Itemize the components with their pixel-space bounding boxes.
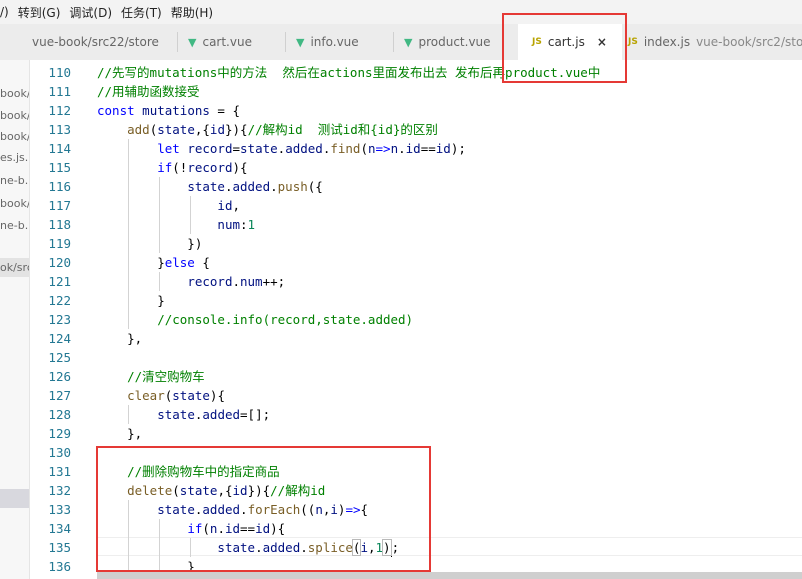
code-line: clear(state){ xyxy=(127,388,225,403)
line-number: 121 xyxy=(48,274,71,289)
line-number: 117 xyxy=(48,198,71,213)
line-number: 126 xyxy=(48,369,71,384)
tab-label: info.vue xyxy=(310,35,359,49)
line-number: 115 xyxy=(48,160,71,175)
code-line: //删除购物车中的指定商品 xyxy=(97,464,280,479)
line-number: 128 xyxy=(48,407,71,422)
tab-label: index.js xyxy=(643,35,691,49)
explorer-item-selected[interactable]: ok/src... xyxy=(0,258,29,277)
line-number: 119 xyxy=(48,236,71,251)
code-line: state.added.splice(i,1); xyxy=(217,539,400,557)
code-line: //先写的mutations中的方法 然后在actions里面发布出去 发布后再… xyxy=(97,65,601,80)
vue-icon: ▼ xyxy=(404,35,413,49)
tab-label: cart.js xyxy=(547,35,585,49)
explorer-highlight xyxy=(0,489,29,508)
text-caret xyxy=(390,540,392,557)
code-line: }else { xyxy=(97,255,210,270)
code-line: }, xyxy=(97,426,143,441)
js-icon: JS xyxy=(532,37,542,47)
explorer-item[interactable]: book/... xyxy=(0,194,29,213)
code-line: let record=state.added.find(n=>n.id==id)… xyxy=(157,141,466,156)
code-line: delete(state,{id}){//解构id xyxy=(127,483,326,498)
line-number: 132 xyxy=(48,483,71,498)
menu-item-view[interactable]: /) xyxy=(0,5,18,19)
line-number: 120 xyxy=(48,255,71,270)
line-number: 118 xyxy=(48,217,71,232)
explorer-item[interactable]: book/s... xyxy=(0,106,29,125)
menu-item-debug[interactable]: 调试(D) xyxy=(69,4,121,21)
code-editor[interactable]: //先写的mutations中的方法 然后在actions里面发布出去 发布后再… xyxy=(97,60,802,579)
line-number: 134 xyxy=(48,521,71,536)
line-number: 125 xyxy=(48,350,71,365)
code-line: const mutations = { xyxy=(97,103,241,118)
code-line: }) xyxy=(97,236,203,251)
line-number: 136 xyxy=(48,559,71,574)
code-line: if(n.id==id){ xyxy=(187,521,286,536)
tab-path: vue-book/src2/store xyxy=(696,35,802,49)
horizontal-scrollbar[interactable] xyxy=(97,572,802,579)
line-number: 124 xyxy=(48,331,71,346)
menu-item-go[interactable]: 转到(G) xyxy=(18,4,70,21)
editor-tab-bar: vue-book/src22/store ▼ cart.vue ▼ info.v… xyxy=(0,24,802,60)
tab-cart-js[interactable]: JS cart.js × xyxy=(518,24,622,60)
explorer-item[interactable]: book/s... xyxy=(0,84,29,103)
code-line: id, xyxy=(217,198,241,213)
code-line: } xyxy=(97,293,165,308)
tab-product-vue[interactable]: ▼ product.vue xyxy=(394,24,518,60)
line-number: 135 xyxy=(48,540,71,555)
line-number: 133 xyxy=(48,502,71,517)
line-number: 123 xyxy=(48,312,71,327)
tab-store-path[interactable]: vue-book/src22/store xyxy=(0,24,178,60)
tab-label: vue-book/src22/store xyxy=(32,35,159,49)
code-line: state.added.push({ xyxy=(187,179,323,194)
line-number: 110 xyxy=(48,65,71,80)
js-icon: JS xyxy=(628,37,638,47)
explorer-item[interactable]: ne-b... xyxy=(0,216,29,235)
tab-cart-vue[interactable]: ▼ cart.vue xyxy=(178,24,286,60)
explorer-item[interactable]: book/s... xyxy=(0,127,29,146)
close-icon[interactable]: × xyxy=(597,35,607,49)
code-line: //console.info(record,state.added) xyxy=(97,312,414,327)
line-number: 114 xyxy=(48,141,71,156)
code-line: record.num++; xyxy=(187,274,286,289)
code-line: //用辅助函数接受 xyxy=(97,84,200,99)
code-line: if(!record){ xyxy=(157,160,248,175)
line-number: 127 xyxy=(48,388,71,403)
explorer-panel: book/s... book/s... book/s... es.js... n… xyxy=(0,60,30,579)
tab-label: cart.vue xyxy=(202,35,252,49)
tab-label: product.vue xyxy=(418,35,491,49)
code-line: //清空购物车 xyxy=(97,369,205,384)
menu-item-help[interactable]: 帮助(H) xyxy=(171,4,222,21)
menu-bar: /) 转到(G) 调试(D) 任务(T) 帮助(H) xyxy=(0,0,802,24)
line-number-gutter: 110 111 112 113 114 115 116 117 118 119 … xyxy=(30,60,92,579)
line-number: 122 xyxy=(48,293,71,308)
line-number: 116 xyxy=(48,179,71,194)
explorer-item[interactable]: es.js... xyxy=(0,148,29,167)
code-line: add(state,{id}){//解构id 测试id和{id}的区别 xyxy=(127,122,438,137)
line-number: 113 xyxy=(48,122,71,137)
vue-icon: ▼ xyxy=(296,35,305,49)
line-number: 111 xyxy=(48,84,71,99)
code-line: }, xyxy=(97,331,143,346)
line-number: 112 xyxy=(48,103,71,118)
code-line: state.added=[]; xyxy=(157,407,271,422)
line-number: 129 xyxy=(48,426,71,441)
tab-index-js[interactable]: JS index.js vue-book/src2/store xyxy=(622,24,802,60)
vue-icon: ▼ xyxy=(188,35,197,49)
line-number: 130 xyxy=(48,445,71,460)
explorer-item[interactable]: ne-b... xyxy=(0,171,29,190)
code-line: state.added.forEach((n,i)=>{ xyxy=(157,502,369,517)
tab-info-vue[interactable]: ▼ info.vue xyxy=(286,24,394,60)
menu-item-tasks[interactable]: 任务(T) xyxy=(121,4,171,21)
line-number: 131 xyxy=(48,464,71,479)
code-line: num:1 xyxy=(217,217,256,232)
